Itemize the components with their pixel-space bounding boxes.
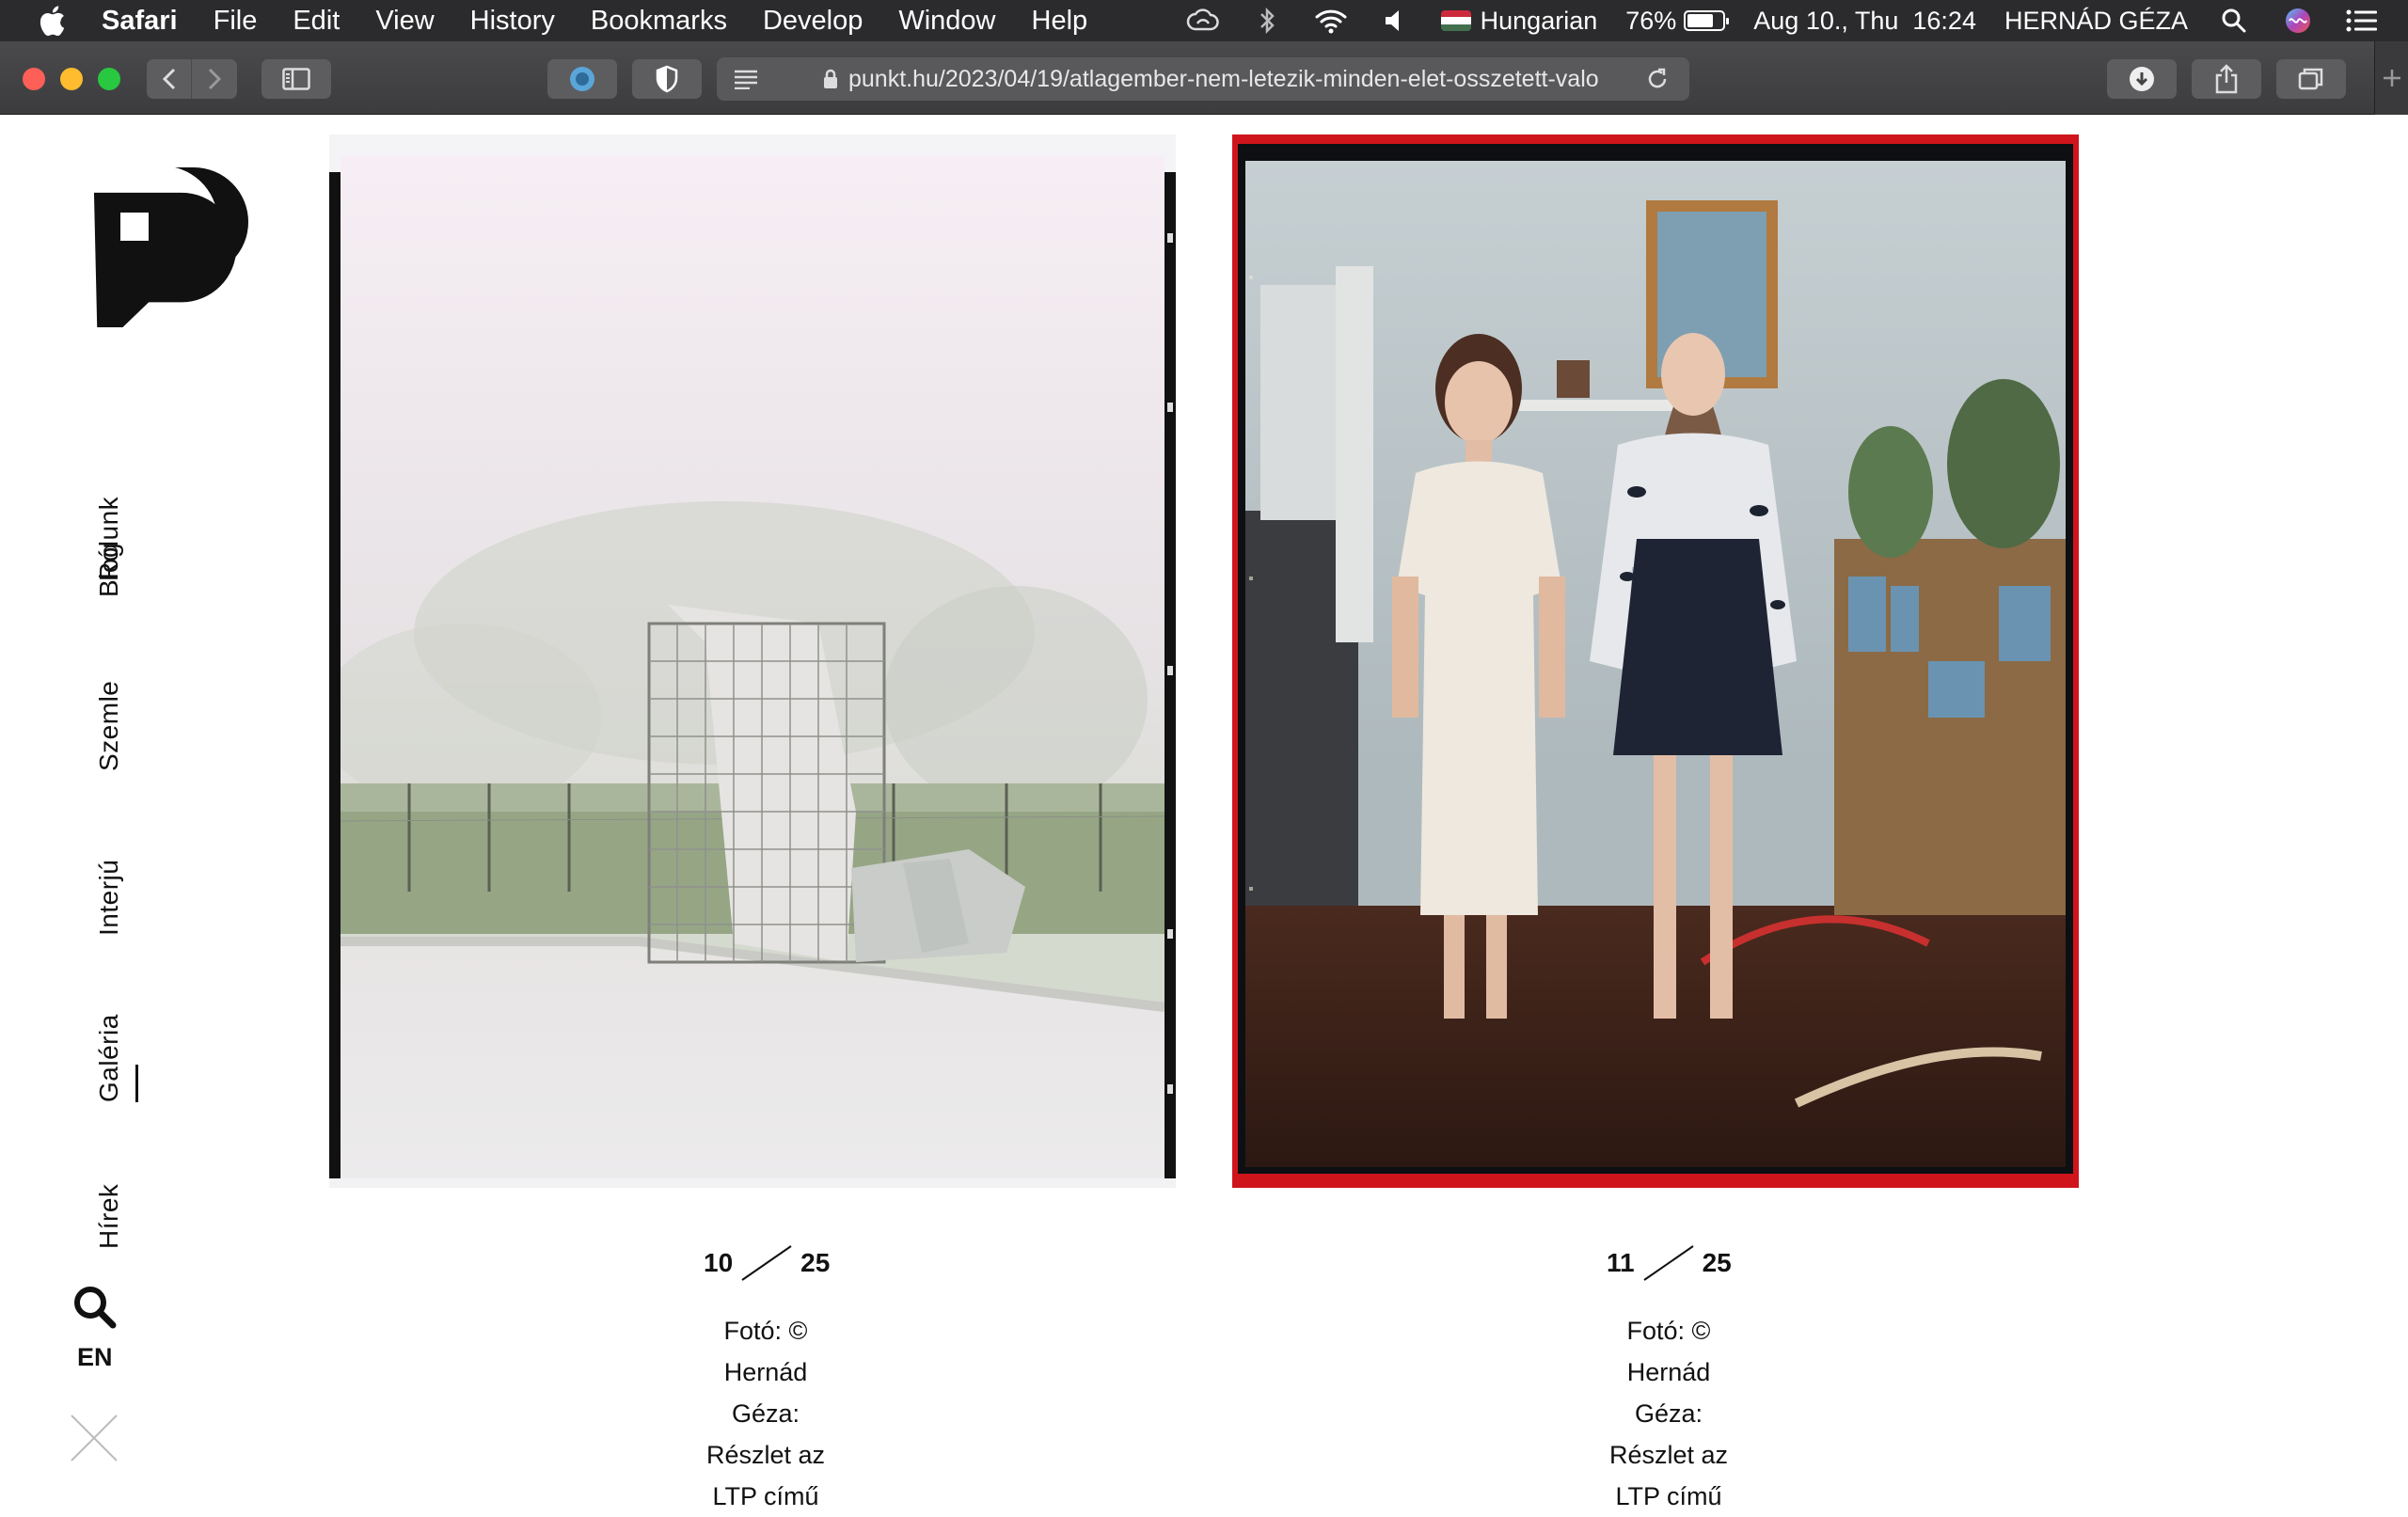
photo-caption: Fotó: © Hernád Géza: Részlet az LTP című xyxy=(658,1310,873,1517)
tab-overview-button[interactable] xyxy=(2276,59,2346,99)
back-forward-control xyxy=(147,59,237,99)
wifi-icon[interactable] xyxy=(1313,6,1349,36)
extension-icon xyxy=(570,67,594,91)
caption-line: Hernád xyxy=(723,1358,808,1386)
shield-icon xyxy=(656,65,678,93)
address-bar[interactable]: punkt.hu/2023/04/19/atlagember-nem-letez… xyxy=(717,57,1689,101)
privacy-report-button[interactable] xyxy=(632,59,702,99)
slide-total: 25 xyxy=(1702,1248,1732,1277)
caption-line: Hernád xyxy=(1626,1358,1711,1386)
window-close-button[interactable] xyxy=(23,68,45,90)
window-zoom-button[interactable] xyxy=(98,68,120,90)
site-sidebar: Rólunk Blog Szemle Interjú Galéria Hírek… xyxy=(0,116,248,1505)
nav-interju[interactable]: Interjú xyxy=(94,860,124,936)
caption-line: Fotó: © xyxy=(723,1317,808,1345)
apple-menu-icon[interactable] xyxy=(38,5,77,37)
menu-window[interactable]: Window xyxy=(898,6,995,37)
input-source-indicator[interactable]: Hungarian xyxy=(1440,6,1598,36)
downloads-button[interactable] xyxy=(2107,59,2177,99)
caption-line: Fotó: © xyxy=(1626,1317,1711,1345)
slide-index: 10 xyxy=(704,1248,734,1277)
reader-view-button[interactable] xyxy=(717,57,775,101)
menu-app-safari[interactable]: Safari xyxy=(102,6,178,37)
back-button[interactable] xyxy=(147,59,192,99)
menu-develop[interactable]: Develop xyxy=(763,6,863,37)
download-icon xyxy=(2130,67,2154,91)
language-switch[interactable]: EN xyxy=(77,1343,113,1372)
siri-icon[interactable] xyxy=(2280,6,2316,36)
spotlight-search-icon[interactable] xyxy=(2216,6,2252,36)
photo-two-girls[interactable] xyxy=(1232,134,2079,1188)
battery-icon xyxy=(1684,10,1730,31)
chevron-right-icon xyxy=(208,68,222,90)
caption-line: Géza: xyxy=(1634,1399,1703,1428)
nav-szemle[interactable]: Szemle xyxy=(94,681,124,771)
slide-total: 25 xyxy=(800,1248,831,1277)
sidebar-icon xyxy=(282,68,310,90)
menu-bookmarks[interactable]: Bookmarks xyxy=(591,6,727,37)
battery-percent: 76% xyxy=(1625,6,1677,35)
slash-divider-icon xyxy=(1643,1245,1694,1281)
menu-file[interactable]: File xyxy=(214,6,258,37)
chevron-left-icon xyxy=(162,68,175,90)
caption-line: Részlet az xyxy=(705,1441,826,1469)
creative-cloud-icon[interactable] xyxy=(1185,6,1221,36)
punkt-logo[interactable] xyxy=(92,167,252,327)
photo-caption: Fotó: © Hernád Géza: Részlet az LTP című xyxy=(1561,1310,1776,1517)
new-tab-button[interactable] xyxy=(2374,41,2408,115)
slash-divider-icon xyxy=(741,1245,792,1281)
slide-index: 11 xyxy=(1607,1248,1635,1277)
input-source-label: Hungarian xyxy=(1480,6,1598,35)
nav-blog[interactable]: Blog xyxy=(94,543,124,597)
window-minimize-button[interactable] xyxy=(60,68,83,90)
notification-center-icon[interactable] xyxy=(2344,6,2380,36)
lock-icon xyxy=(824,69,837,88)
tabs-icon xyxy=(2298,68,2323,90)
close-icon[interactable] xyxy=(70,1414,119,1462)
volume-icon[interactable] xyxy=(1377,6,1413,36)
bluetooth-icon[interactable] xyxy=(1249,6,1285,36)
hungarian-flag-icon xyxy=(1440,10,1471,31)
clock[interactable]: Aug 10., Thu 16:24 xyxy=(1753,7,1976,36)
menu-help[interactable]: Help xyxy=(1032,6,1088,37)
caption-line: Részlet az xyxy=(1608,1441,1729,1469)
browser-toolbar: punkt.hu/2023/04/19/atlagember-nem-letez… xyxy=(0,41,2408,115)
sidebar-toggle-button[interactable] xyxy=(261,59,331,99)
caption-line: LTP című xyxy=(1615,1482,1722,1510)
extension-button[interactable] xyxy=(547,59,617,99)
menu-view[interactable]: View xyxy=(375,6,434,37)
menu-edit[interactable]: Edit xyxy=(293,6,340,37)
caption-line: Géza: xyxy=(731,1399,800,1428)
forward-button[interactable] xyxy=(192,59,237,99)
menu-history[interactable]: History xyxy=(470,6,555,37)
slide-counter: 10 25 xyxy=(704,1244,830,1282)
nav-galeria[interactable]: Galéria xyxy=(94,1014,138,1102)
share-icon xyxy=(2215,64,2238,94)
share-button[interactable] xyxy=(2192,59,2261,99)
search-icon[interactable] xyxy=(71,1284,117,1329)
reload-icon xyxy=(1648,68,1667,88)
slide-counter: 11 25 xyxy=(1607,1244,1732,1282)
reader-icon xyxy=(735,70,757,89)
web-page: Rólunk Blog Szemle Interjú Galéria Hírek… xyxy=(0,116,2408,1510)
plus-icon xyxy=(2383,70,2400,87)
menu-bar: Safari File Edit View History Bookmarks … xyxy=(0,0,2408,41)
user-name[interactable]: HERNÁD GÉZA xyxy=(2004,7,2188,36)
caption-line: LTP című xyxy=(712,1482,819,1510)
photo-fog-cage[interactable] xyxy=(329,134,1176,1188)
url-text: punkt.hu/2023/04/19/atlagember-nem-letez… xyxy=(848,65,1599,92)
nav-hirek[interactable]: Hírek xyxy=(94,1184,124,1249)
battery-status[interactable]: 76% xyxy=(1625,6,1730,36)
